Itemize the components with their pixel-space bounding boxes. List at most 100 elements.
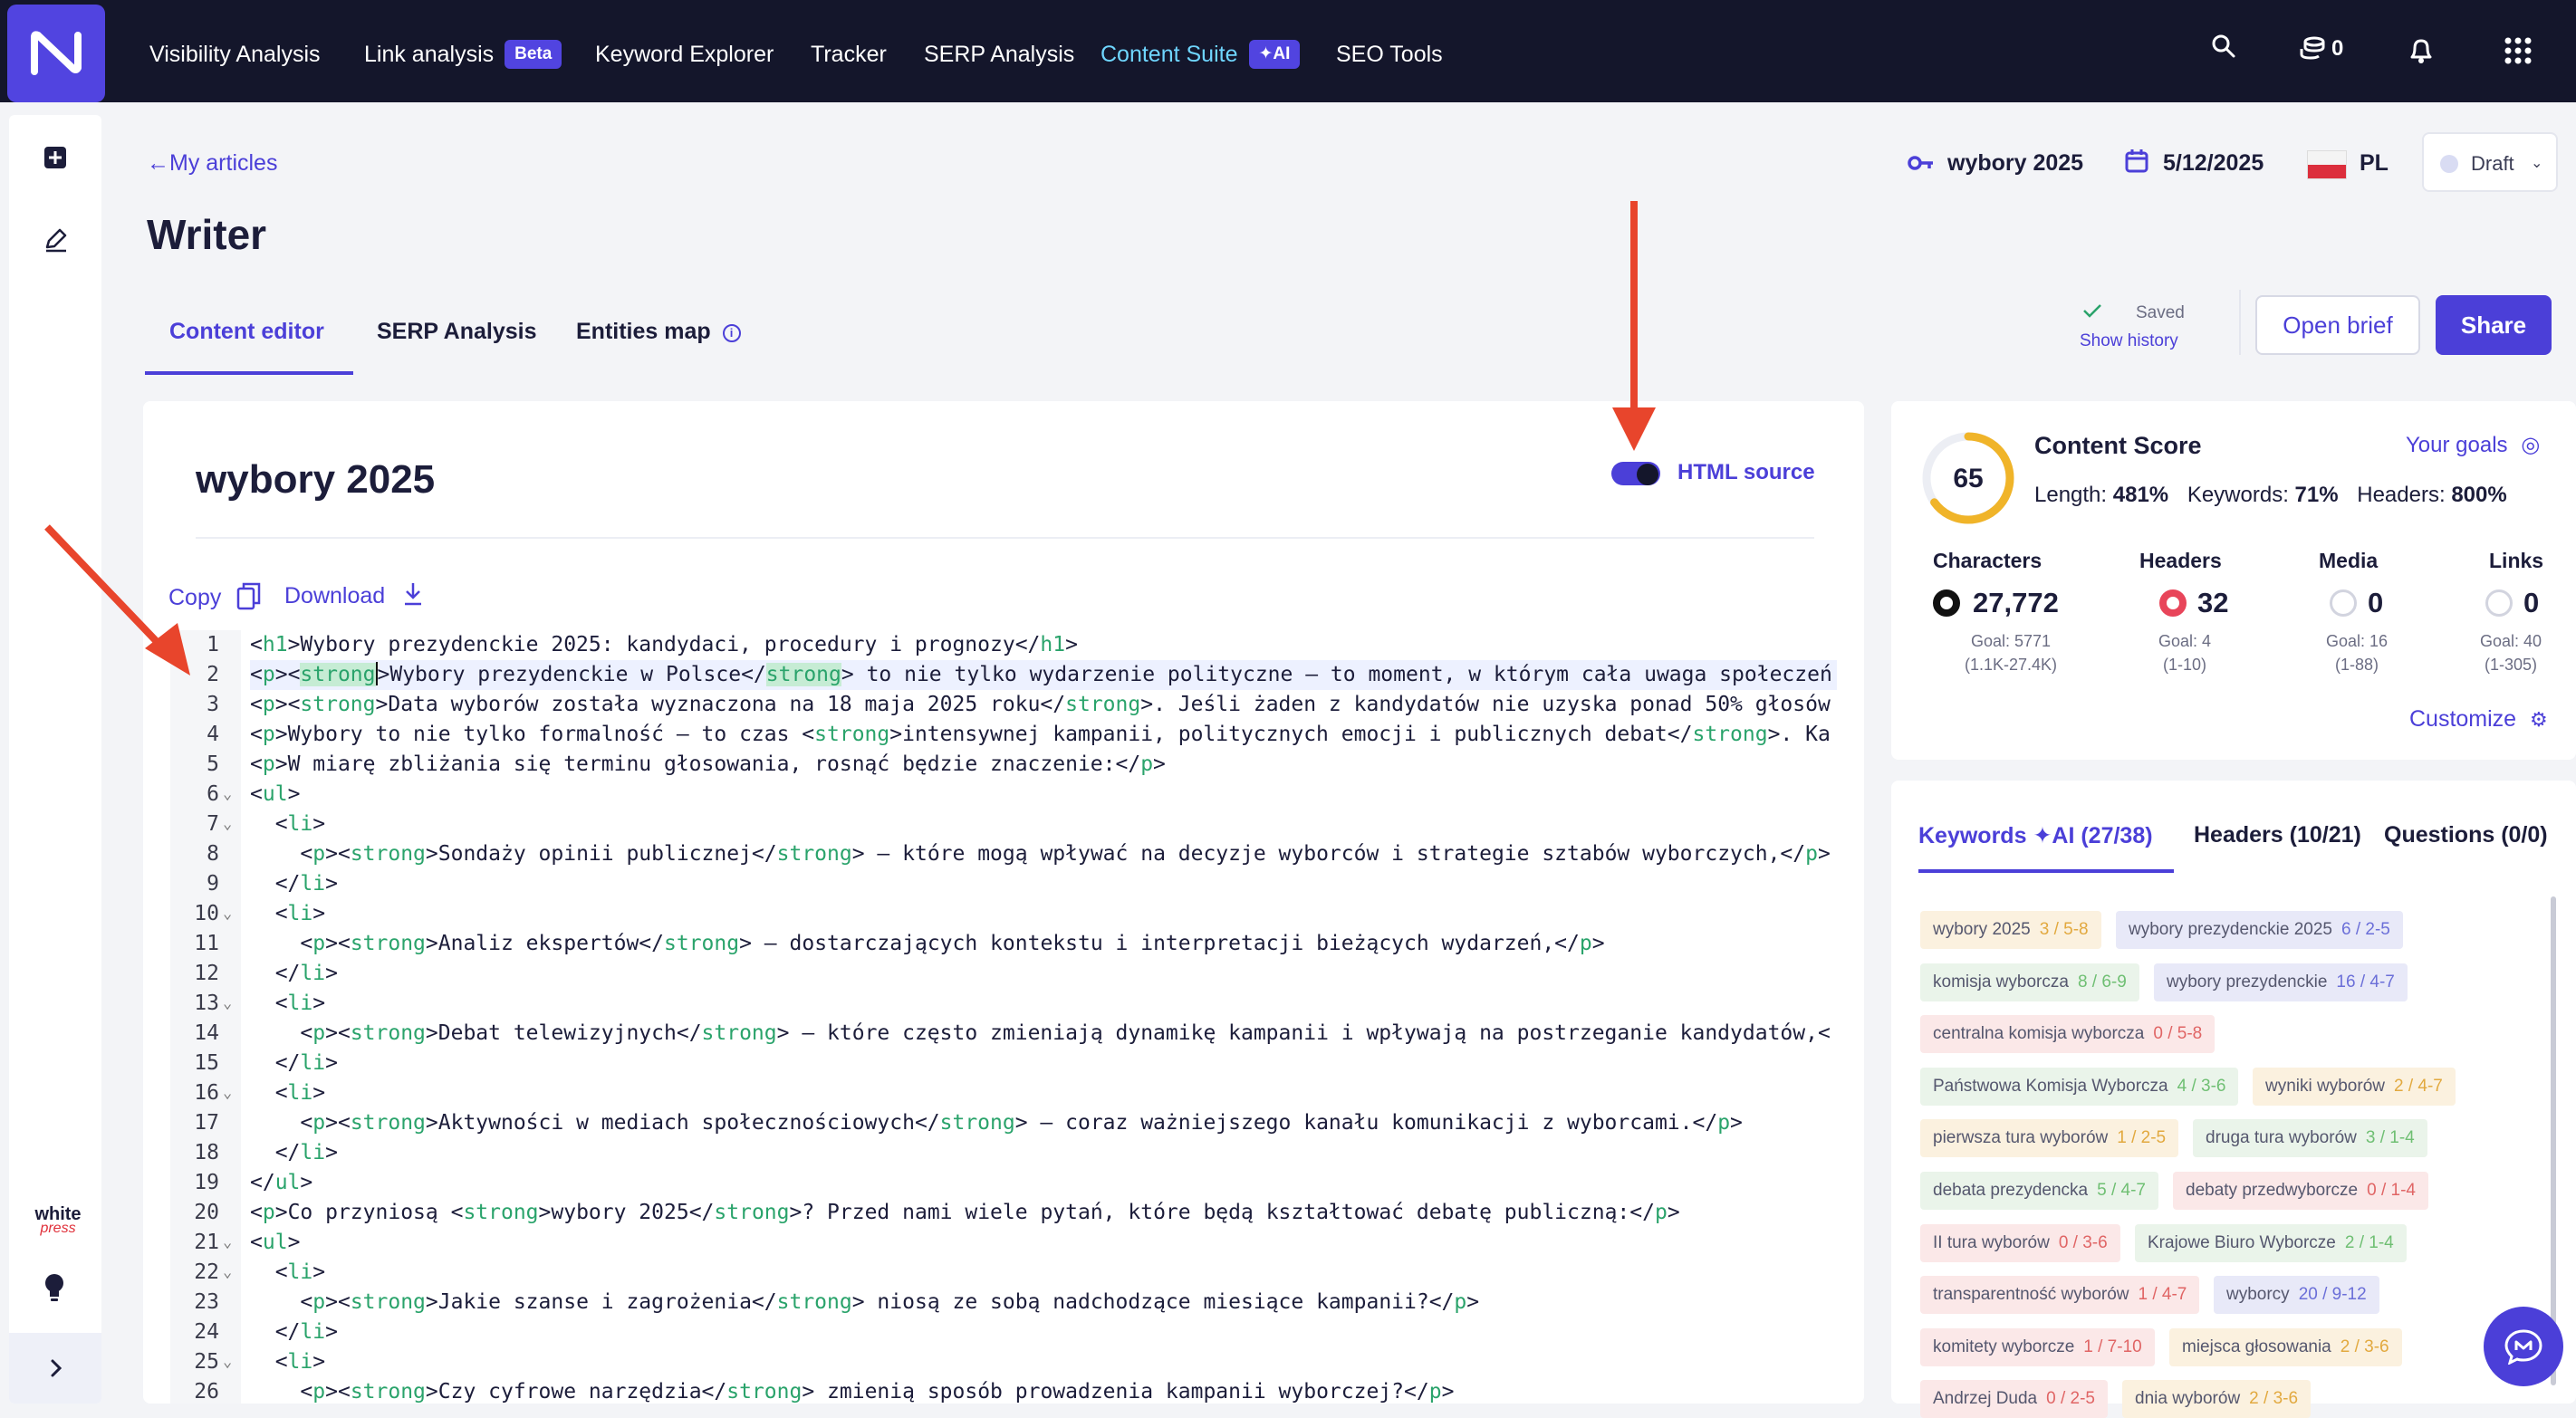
saved-status: Saved [2136,303,2185,322]
tab-content-editor[interactable]: Content editor [169,319,324,345]
code-line[interactable]: <li> [250,1078,1837,1108]
stat-value: 0 [2523,587,2540,618]
tab-serp-analysis[interactable]: SERP Analysis [377,319,536,345]
nav-item-visibility-analysis[interactable]: Visibility Analysis [149,0,321,102]
code-line[interactable]: </li> [250,869,1837,899]
code-line[interactable]: </li> [250,959,1837,989]
keyword-chip[interactable]: miejsca głosowania 2 / 3-6 [2169,1328,2402,1366]
fold-chevron-icon[interactable]: ⌄ [223,1258,232,1288]
code-line[interactable]: <p><strong>Jakie szanse i zagrożenia</st… [250,1288,1837,1317]
code-line[interactable]: <li> [250,989,1837,1019]
app-logo[interactable] [7,5,105,102]
fold-chevron-icon[interactable]: ⌄ [223,899,232,929]
line-number: 24 [194,1320,219,1344]
keyword-chip[interactable]: pierwsza tura wyborów 1 / 2-5 [1920,1119,2179,1157]
keyword-chip[interactable]: wybory 2025 3 / 5-8 [1920,911,2101,949]
back-to-articles-link[interactable]: ←My articles [147,150,277,177]
search-icon[interactable] [2210,33,2237,64]
code-line[interactable]: <p><strong>Sondaży opinii publicznej</st… [250,839,1837,869]
keyword-chip[interactable]: Państwowa Komisja Wyborcza 4 / 3-6 [1920,1068,2239,1106]
keyword-chip[interactable]: centralna komisja wyborcza 0 / 5-8 [1920,1015,2216,1053]
code-line[interactable]: <p><strong>Wybory prezydenckie w Polsce<… [250,660,1837,690]
apps-grid-icon[interactable] [2504,36,2533,70]
code-line[interactable]: <li> [250,1258,1837,1288]
your-goals-link[interactable]: Your goals ◎ [2406,432,2540,458]
status-select[interactable]: Draft ⌄ [2422,132,2558,192]
code-line[interactable]: <li> [250,899,1837,929]
nav-item-content-suite[interactable]: Content Suite ✦AI [1101,0,1301,102]
nav-item-serp-analysis[interactable]: SERP Analysis [924,0,1074,102]
stat-value: 0 [2368,587,2384,618]
stat-goal: Goal: 40 [2479,632,2542,650]
keyword-chip[interactable]: Krajowe Biuro Wyborcze 2 / 1-4 [2135,1224,2407,1262]
code-line[interactable]: </ul> [250,1168,1837,1198]
keyword-chip[interactable]: komisja wyborcza 8 / 6-9 [1920,963,2139,1001]
code-line[interactable]: <p>Wybory to nie tylko formalność – to c… [250,720,1837,750]
customize-link[interactable]: Customize ⚙ [2409,706,2548,733]
keyword-chip[interactable]: debata prezydencka 5 / 4-7 [1920,1172,2158,1210]
coins-icon[interactable] [2299,34,2326,66]
tab-keywords[interactable]: Keywords ✦AI (27/38) [1918,822,2153,849]
keyword-chip[interactable]: II tura wyborów 0 / 3-6 [1920,1224,2120,1262]
line-number-gutter: 1 2 3 4 5 6 ⌄ 7 ⌄ 8 9 10 ⌄ 11 12 13 ⌄ 14 15 16 ⌄ 17 18 19 20 21 ⌄ 2… [170,630,241,1404]
copy-button[interactable]: Copy [168,581,262,617]
tab-headers[interactable]: Headers (10/21) [2194,822,2361,848]
download-button[interactable]: Download [284,581,424,613]
share-button[interactable]: Share [2436,295,2552,355]
bell-icon[interactable] [2408,34,2435,70]
fold-chevron-icon[interactable]: ⌄ [223,1347,232,1377]
keyword-chip[interactable]: wyborcy 20 / 9-12 [2214,1276,2379,1314]
code-line[interactable]: </li> [250,1138,1837,1168]
keyword-chip[interactable]: debaty przedwyborcze 0 / 1-4 [2173,1172,2428,1210]
lightbulb-icon[interactable] [42,1272,67,1308]
keyword-chip[interactable]: transparentność wyborów 1 / 4-7 [1920,1276,2200,1314]
show-history-link[interactable]: Show history [2080,331,2178,351]
code-line[interactable]: <p>W miarę zbliżania się terminu głosowa… [250,750,1837,780]
keyword-chip[interactable]: wyniki wyborów 2 / 4-7 [2253,1068,2456,1106]
html-source-label[interactable]: HTML source [1677,460,1815,485]
code-line[interactable]: <ul> [250,780,1837,810]
stat-label: Headers [2139,549,2222,572]
nav-item-seo-tools[interactable]: SEO Tools [1336,0,1443,102]
code-line[interactable]: <p><strong>Czy cyfrowe narzędzia</strong… [250,1377,1837,1404]
fold-chevron-icon[interactable]: ⌄ [223,1078,232,1108]
code-line[interactable]: <h1>Wybory prezydenckie 2025: kandydaci,… [250,630,1837,660]
keyword-chip[interactable]: Andrzej Duda 0 / 2-5 [1920,1380,2108,1418]
fold-chevron-icon[interactable]: ⌄ [223,1228,232,1258]
code-line[interactable]: <p><strong>Data wyborów została wyznaczo… [250,690,1837,720]
code-line[interactable]: <p><strong>Analiz ekspertów</strong> – d… [250,929,1837,959]
code-line[interactable]: <li> [250,810,1837,839]
chat-support-button[interactable] [2484,1307,2563,1386]
nav-item-keyword-explorer[interactable]: Keyword Explorer [595,0,774,102]
code-line[interactable]: <p><strong>Debat telewizyjnych</strong> … [250,1019,1837,1049]
stat-goal: Goal: 16 [2325,632,2389,650]
nav-item-tracker[interactable]: Tracker [811,0,887,102]
tab-entities-map[interactable]: Entities map i [576,319,741,345]
keywords-scrollbar[interactable] [2551,896,2556,1385]
line-number: 17 [194,1111,219,1135]
open-brief-button[interactable]: Open brief [2255,295,2420,355]
keyword-chip[interactable]: wybory prezydenckie 16 / 4-7 [2154,963,2408,1001]
fold-chevron-icon[interactable]: ⌄ [223,810,232,839]
edit-pen-icon[interactable] [43,227,69,257]
code-line[interactable]: <p><strong>Aktywności w mediach społeczn… [250,1108,1837,1138]
add-square-icon[interactable] [43,146,67,174]
keyword-chip[interactable]: komitety wyborcze 1 / 7-10 [1920,1328,2155,1366]
code-line[interactable]: </li> [250,1049,1837,1078]
code-line[interactable]: <p>Co przyniosą <strong>wybory 2025</str… [250,1198,1837,1228]
document-title[interactable]: wybory 2025 [196,457,435,503]
toggle-knob [1637,464,1658,485]
code-line[interactable]: <li> [250,1347,1837,1377]
nav-item-link-analysis[interactable]: Link analysis Beta [364,0,562,102]
code-line[interactable]: </li> [250,1317,1837,1347]
keyword-chip[interactable]: druga tura wyborów 3 / 1-4 [2193,1119,2427,1157]
expand-sidebar-button[interactable] [9,1333,101,1404]
keyword-chip[interactable]: dnia wyborów 2 / 3-6 [2122,1380,2312,1418]
fold-chevron-icon[interactable]: ⌄ [223,780,232,810]
keyword-chip[interactable]: wybory prezydenckie 2025 6 / 2-5 [2116,911,2403,949]
html-code-editor[interactable]: 1 2 3 4 5 6 ⌄ 7 ⌄ 8 9 10 ⌄ 11 12 13 ⌄ 14 15 16 ⌄ 17 18 19 20 21 ⌄ 2… [170,630,1839,1404]
code-line[interactable]: <ul> [250,1228,1837,1258]
tab-questions[interactable]: Questions (0/0) [2384,822,2548,848]
info-icon[interactable]: i [722,324,741,342]
fold-chevron-icon[interactable]: ⌄ [223,989,232,1019]
